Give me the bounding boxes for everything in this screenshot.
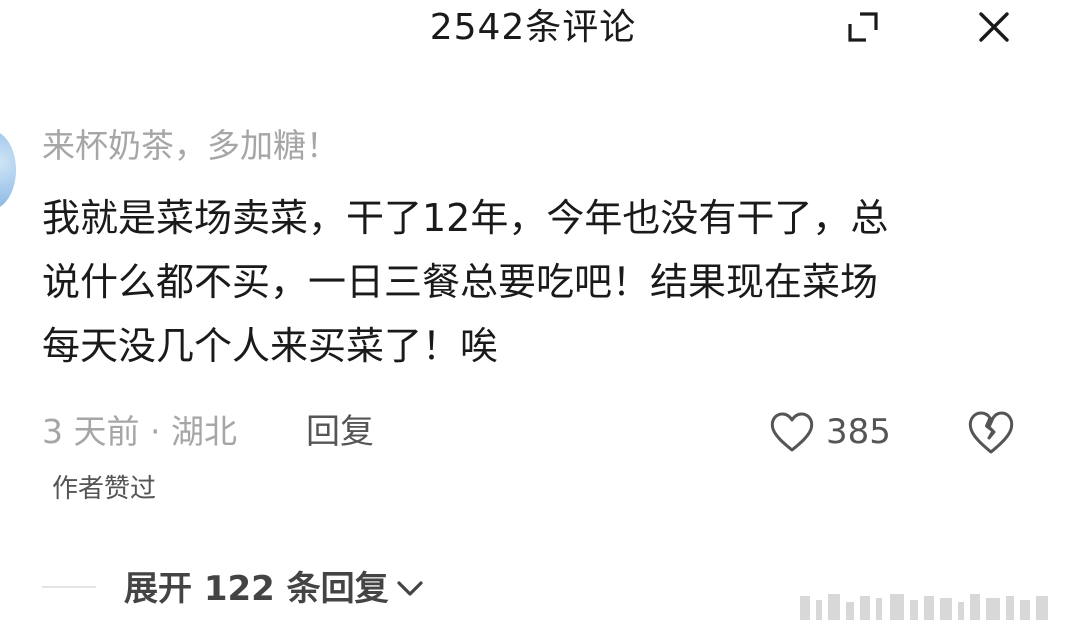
expand-replies-button[interactable]: 展开 122 条回复	[124, 564, 425, 614]
author-liked-badge: 作者赞过	[52, 474, 157, 504]
like-count: 385	[826, 412, 891, 452]
divider	[42, 586, 96, 588]
expand-replies-label: 展开 122 条回复	[124, 569, 389, 609]
reply-button[interactable]: 回复	[306, 410, 374, 454]
comment-line: 每天没几个人来买菜了！唉	[42, 324, 499, 368]
comment-body: 我就是菜场卖菜，干了12年，今年也没有干了，总 说什么都不买，一日三餐总要吃吧！…	[42, 186, 1032, 378]
page-title: 2542条评论	[429, 7, 637, 48]
comment-line: 我就是菜场卖菜，干了12年，今年也没有干了，总	[42, 196, 889, 240]
heart-icon	[770, 412, 814, 452]
comment-meta: 3 天前 · 湖北	[42, 412, 237, 451]
avatar[interactable]	[0, 130, 16, 210]
expand-icon[interactable]	[846, 10, 880, 44]
watermark	[800, 588, 1056, 628]
close-icon[interactable]	[975, 8, 1013, 46]
like-button[interactable]: 385	[768, 408, 891, 456]
broken-heart-icon	[968, 411, 1014, 454]
dislike-button[interactable]	[966, 408, 1016, 456]
comment-line: 说什么都不买，一日三餐总要吃吧！结果现在菜场	[42, 260, 879, 304]
comment-username[interactable]: 来杯奶茶，多加糖！	[42, 124, 339, 168]
chevron-down-icon	[397, 581, 423, 596]
